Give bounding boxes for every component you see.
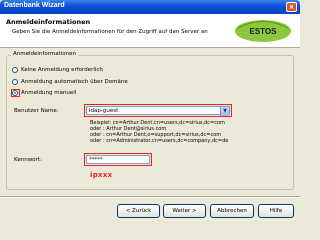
dropdown-arrow-icon[interactable]: ▼	[220, 107, 229, 116]
estos-logo: ESTOS	[235, 20, 291, 42]
group-label: Anmeldeinformationen	[11, 51, 79, 57]
separator	[0, 196, 300, 198]
title-bar: Datenbank Wizard ×	[0, 0, 300, 14]
window-title: Datenbank Wizard	[4, 2, 65, 9]
example-line: oder : cn=Administrator,cn=users,dc=comp…	[90, 138, 229, 144]
help-button[interactable]: Hilfe	[258, 204, 294, 218]
back-button[interactable]: < Zurück	[117, 204, 160, 218]
wizard-header: Anmeldeinformationen Geben Sie die Anmel…	[0, 14, 300, 48]
close-button[interactable]: ×	[286, 2, 297, 12]
password-highlight-box: *****	[84, 153, 152, 166]
radio-domain-login[interactable]: Anmeldung automatisch über Domäne	[12, 79, 128, 85]
radio-button[interactable]	[12, 67, 18, 73]
page-subtitle: Geben Sie die Anmeldeinformationen für d…	[12, 29, 208, 35]
radio-label: Anmeldung manuell	[21, 90, 77, 96]
username-highlight-box: ldap-guest ▼	[84, 104, 232, 117]
username-value: ldap-guest	[89, 108, 119, 114]
annotation-text: ipxxx	[90, 171, 113, 179]
radio-no-login[interactable]: Keine Anmeldung erforderlich	[12, 67, 103, 73]
username-combobox[interactable]: ldap-guest ▼	[86, 106, 230, 116]
radio-manual-login[interactable]: Anmeldung manuell	[12, 90, 76, 96]
next-button[interactable]: Weiter >	[163, 204, 206, 218]
radio-button-selected[interactable]	[12, 90, 18, 96]
password-label: Kennwort:	[14, 157, 42, 163]
radio-label: Anmeldung automatisch über Domäne	[21, 79, 128, 85]
logo-text: ESTOS	[250, 27, 278, 36]
radio-button[interactable]	[12, 79, 18, 85]
password-field[interactable]: *****	[86, 155, 150, 164]
radio-label: Keine Anmeldung erforderlich	[21, 67, 103, 73]
examples-text: Beispiel: cn=Arthur Dent,cn=users,dc=sir…	[90, 120, 228, 144]
cancel-button[interactable]: Abbrechen	[210, 204, 254, 218]
username-label: Benutzer Name:	[14, 108, 59, 114]
page-title: Anmeldeinformationen	[6, 18, 91, 26]
